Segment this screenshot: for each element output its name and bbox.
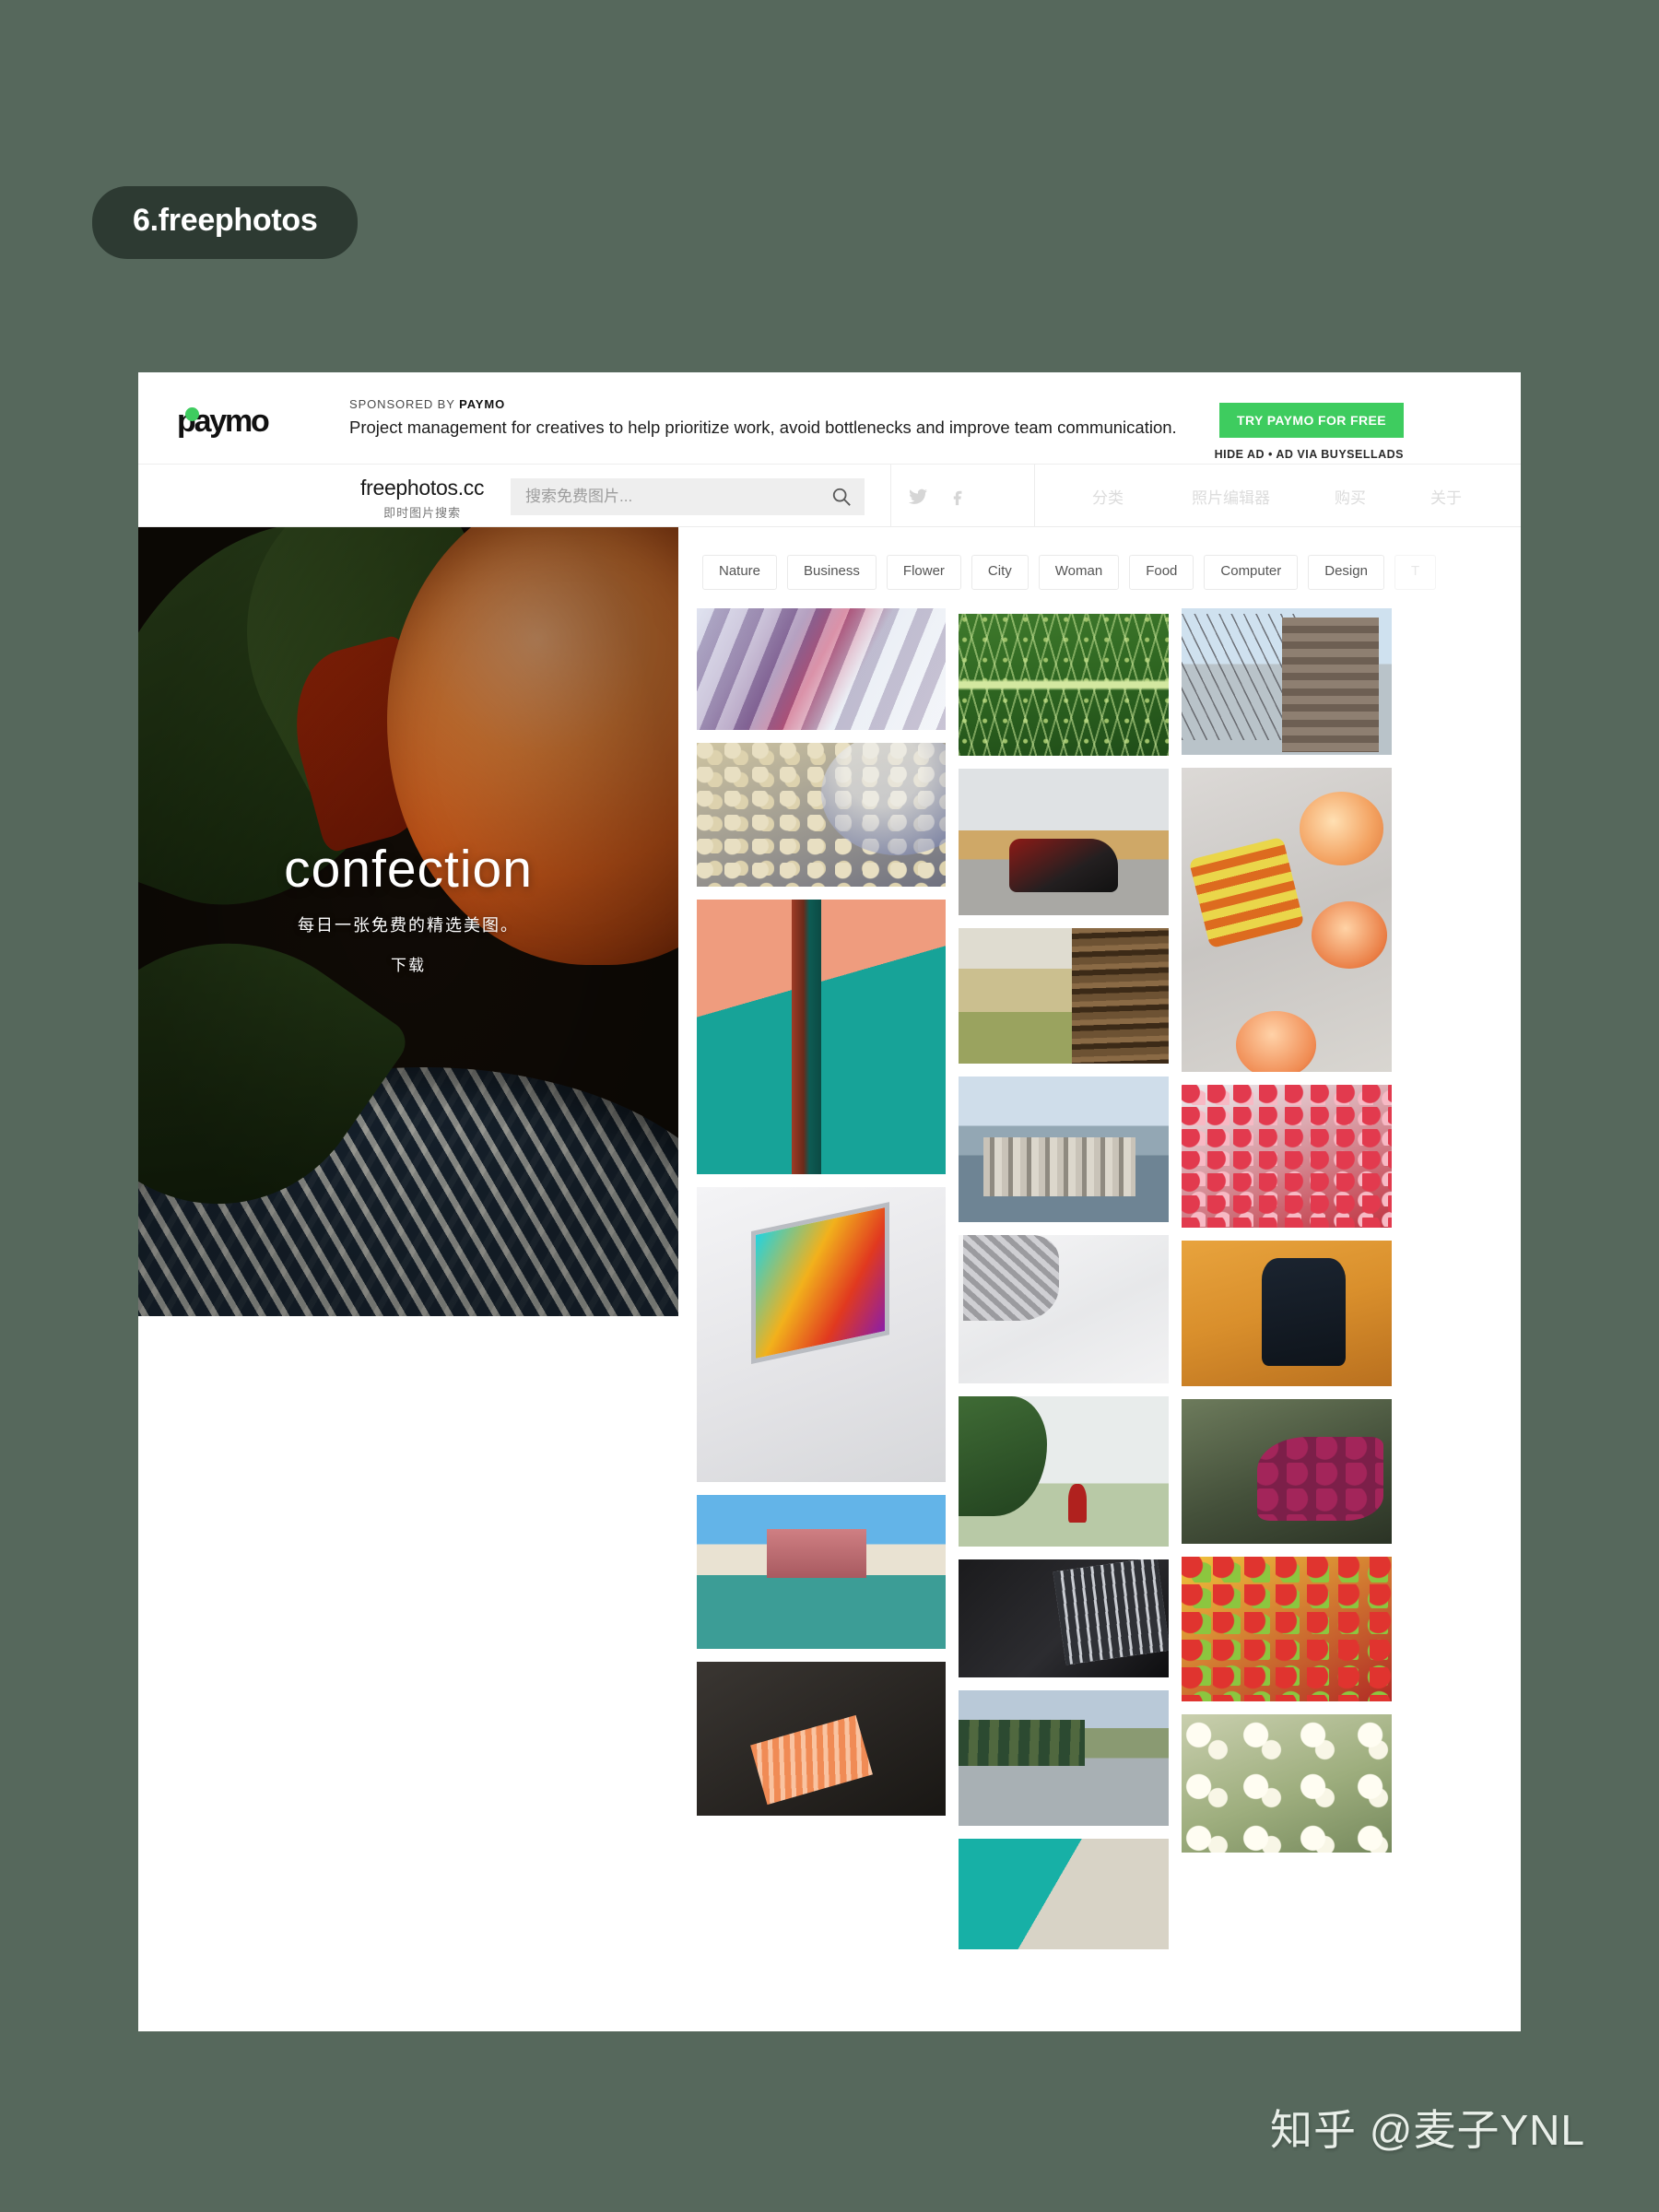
photo-thumbnail[interactable] xyxy=(1182,608,1392,755)
hero-featured-photo[interactable]: confection 每日一张免费的精选美图。 下载 xyxy=(138,527,678,1316)
paymo-logo-dot-icon xyxy=(185,407,199,421)
hero-download-link[interactable]: 下载 xyxy=(138,952,678,975)
try-paymo-for-free-button[interactable]: TRY PAYMO FOR FREE xyxy=(1219,403,1404,438)
sponsor-ad-bar: paymo SPONSORED BY PAYMO Project managem… xyxy=(138,372,1521,465)
photo-column-2 xyxy=(959,614,1169,2031)
navbar-divider-right xyxy=(1034,465,1035,527)
bridge-cables-detail xyxy=(1182,614,1300,741)
category-pill-business[interactable]: Business xyxy=(787,555,877,590)
ad-sponsor-brand: PAYMO xyxy=(459,397,506,411)
category-pill-truncated[interactable]: T xyxy=(1394,555,1437,590)
photo-thumbnail[interactable] xyxy=(1182,768,1392,1072)
photo-thumbnail[interactable] xyxy=(1182,1557,1392,1701)
daisy-centers-detail xyxy=(1182,1714,1392,1853)
nav-link-categories[interactable]: 分类 xyxy=(1092,485,1124,508)
photo-column-1 xyxy=(697,608,946,2031)
photo-column-3 xyxy=(1182,608,1392,2031)
search-box[interactable] xyxy=(511,478,865,515)
category-pill-computer[interactable]: Computer xyxy=(1204,555,1299,590)
photo-thumbnail[interactable] xyxy=(1182,1399,1392,1544)
nav-link-about[interactable]: 关于 xyxy=(1430,485,1462,508)
ad-copy-text: Project management for creatives to help… xyxy=(349,418,1177,437)
hero-text-block: confection 每日一张免费的精选美图。 下载 xyxy=(138,839,678,975)
search-icon[interactable] xyxy=(831,487,852,507)
photo-thumbnail[interactable] xyxy=(1182,1714,1392,1853)
photo-thumbnail[interactable] xyxy=(959,1077,1169,1222)
category-pill-flower[interactable]: Flower xyxy=(886,555,961,590)
hero-title: confection xyxy=(284,840,533,899)
photo-masonry-grid xyxy=(697,608,1521,2031)
rose-flower-icon xyxy=(1312,901,1388,969)
photo-thumbnail[interactable] xyxy=(959,1559,1169,1677)
photo-thumbnail[interactable] xyxy=(959,1690,1169,1826)
person-silhouette-icon xyxy=(1067,1483,1088,1523)
site-logo-tagline: 即时图片搜索 xyxy=(383,506,462,520)
zhihu-watermark: 知乎 @麦子YNL xyxy=(1270,2106,1585,2154)
photo-thumbnail[interactable] xyxy=(697,1187,946,1482)
photo-thumbnail[interactable] xyxy=(1182,1241,1392,1386)
nav-link-photo-editor[interactable]: 照片编辑器 xyxy=(1192,485,1270,508)
photo-thumbnail[interactable] xyxy=(697,1662,946,1816)
category-pill-design[interactable]: Design xyxy=(1308,555,1384,590)
category-pill-food[interactable]: Food xyxy=(1129,555,1194,590)
category-filter-pills: Nature Business Flower City Woman Food C… xyxy=(702,555,1521,590)
ad-sponsor-line: SPONSORED BY PAYMO xyxy=(349,397,506,411)
photo-thumbnail[interactable] xyxy=(959,1839,1169,1949)
nav-link-purchase[interactable]: 购买 xyxy=(1335,485,1366,508)
photo-thumbnail[interactable] xyxy=(959,769,1169,915)
category-pill-nature[interactable]: Nature xyxy=(702,555,778,590)
search-input[interactable] xyxy=(511,478,865,515)
photo-thumbnail[interactable] xyxy=(959,614,1169,756)
navbar-links: 分类 照片编辑器 购买 关于 xyxy=(1060,465,1521,527)
photo-thumbnail[interactable] xyxy=(697,1495,946,1649)
photo-thumbnail[interactable] xyxy=(697,743,946,887)
facebook-icon[interactable] xyxy=(947,487,968,512)
photo-thumbnail[interactable] xyxy=(697,900,946,1174)
rose-flower-icon xyxy=(1299,792,1383,865)
page-number-badge: 6.freephotos xyxy=(92,186,359,259)
photo-thumbnail[interactable] xyxy=(1182,1085,1392,1228)
category-pill-city[interactable]: City xyxy=(971,555,1029,590)
paymo-logo: paymo xyxy=(177,404,270,439)
navbar-divider-left xyxy=(890,465,891,527)
category-pill-woman[interactable]: Woman xyxy=(1038,555,1120,590)
photo-thumbnail[interactable] xyxy=(959,1235,1169,1383)
hide-ad-link[interactable]: HIDE AD • AD VIA BUYSELLADS xyxy=(1215,448,1404,461)
website-screenshot: paymo SPONSORED BY PAYMO Project managem… xyxy=(138,372,1521,2031)
photo-thumbnail[interactable] xyxy=(959,1396,1169,1547)
site-logo[interactable]: freephotos.cc 即时图片搜索 xyxy=(360,476,484,521)
photo-thumbnail[interactable] xyxy=(697,608,946,730)
twitter-icon[interactable] xyxy=(908,487,928,512)
site-logo-name: freephotos.cc xyxy=(360,476,485,500)
site-navbar: freephotos.cc 即时图片搜索 分类 xyxy=(138,465,1521,527)
rose-flower-icon xyxy=(1236,1011,1316,1072)
page-content: confection 每日一张免费的精选美图。 下载 Nature Busine… xyxy=(138,527,1521,2031)
photo-thumbnail[interactable] xyxy=(959,928,1169,1064)
hero-subtitle: 每日一张免费的精选美图。 xyxy=(298,916,519,935)
